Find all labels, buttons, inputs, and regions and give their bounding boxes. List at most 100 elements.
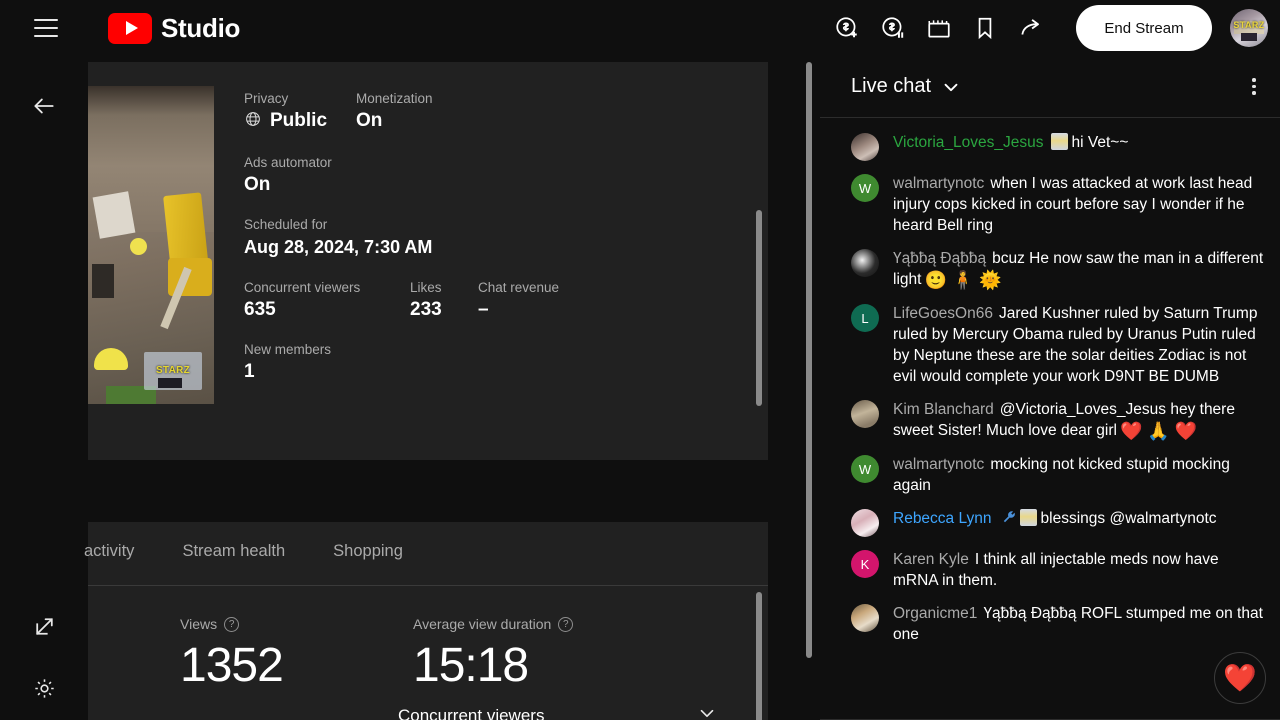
concurrent-viewers-value: 635 (244, 299, 276, 320)
avg-view-duration-value: 15:18 (413, 639, 529, 692)
chat-author[interactable]: Rebecca Lynn (893, 510, 992, 527)
chat-message[interactable]: W walmartynotc mocking not kicked stupid … (820, 448, 1280, 502)
tab-list: activity Stream health Shopping (74, 542, 427, 561)
thumbnail-badge-label: STARZ (155, 365, 191, 376)
avg-view-duration-label: Average view duration (413, 616, 552, 632)
live-chat-title[interactable]: Live chat (851, 75, 931, 98)
member-badge-icon (1019, 509, 1037, 526)
chat-author[interactable]: Kim Blanchard (893, 401, 994, 418)
live-chat-panel: Live chat Victoria_Loves_Jesus hi Vet~~ W (820, 56, 1280, 720)
avatar (851, 249, 879, 277)
stream-info-card: STARZ Privacy Public Monetization On Ads… (88, 62, 768, 460)
stat-average-view-duration: Average view duration ? 15:18 (413, 616, 574, 693)
bookmark-icon[interactable] (962, 5, 1008, 51)
chat-message[interactable]: L LifeGoesOn66 Jared Kushner ruled by Sat… (820, 297, 1280, 393)
ads-automator-label: Ads automator (244, 155, 332, 170)
chat-message-body: Rebecca Lynn blessings @walmartynotc (893, 508, 1266, 531)
chat-text: hi Vet~~ (1071, 134, 1129, 151)
chat-author[interactable]: Organicme1 (893, 605, 977, 622)
avatar: K (851, 550, 879, 578)
likes-label: Likes (410, 280, 442, 295)
chat-emojis: 🙂 🧍 🌞 (924, 270, 1002, 290)
chat-message-body: LifeGoesOn66 Jared Kushner ruled by Satur… (893, 303, 1266, 387)
new-members-value: 1 (244, 361, 255, 382)
tab-activity[interactable]: activity (74, 542, 158, 561)
chat-message-body: Victoria_Loves_Jesus hi Vet~~ (893, 132, 1266, 153)
chat-message[interactable]: Victoria_Loves_Jesus hi Vet~~ (820, 126, 1280, 167)
field-chat-revenue: Chat revenue – (478, 279, 559, 323)
super-chat-pause-icon[interactable] (870, 5, 916, 51)
ads-automator-value: On (244, 174, 271, 195)
tab-shopping[interactable]: Shopping (309, 542, 427, 561)
chevron-down-icon[interactable] (940, 76, 962, 98)
field-new-members: New members 1 (244, 341, 331, 385)
chat-message[interactable]: Rebecca Lynn blessings @walmartynotc (820, 502, 1280, 543)
views-value: 1352 (180, 639, 284, 692)
avatar-label: STARZ (1233, 20, 1265, 30)
gear-icon[interactable] (20, 664, 68, 712)
privacy-value: Public (270, 110, 328, 131)
studio-logo[interactable]: Studio (108, 12, 240, 44)
field-monetization: Monetization On (356, 90, 433, 134)
chat-author[interactable]: Karen Kyle (893, 551, 969, 568)
chat-message[interactable]: Үąƀƀą Đąƀƀą bcuz He now saw the man in a … (820, 242, 1280, 297)
live-chat-header: Live chat (820, 56, 1280, 118)
new-members-label: New members (244, 342, 332, 357)
chat-text: blessings @walmartynotc (1040, 510, 1217, 527)
chat-message[interactable]: K Karen Kyle I think all injectable meds … (820, 543, 1280, 597)
avatar: W (851, 455, 879, 483)
chat-revenue-value: – (478, 299, 489, 320)
share-icon[interactable] (1008, 5, 1054, 51)
avatar (851, 133, 879, 161)
stat-views: Views ? 1352 (180, 616, 284, 693)
wrench-icon (1001, 509, 1017, 531)
monetization-label: Monetization (356, 91, 433, 106)
clapperboard-icon[interactable] (916, 5, 962, 51)
chat-author[interactable]: Victoria_Loves_Jesus (893, 134, 1044, 151)
chat-emojis: ❤️ 🙏 ❤️ (1119, 421, 1198, 441)
avatar (851, 400, 879, 428)
privacy-label: Privacy (244, 91, 289, 106)
heart-icon: ❤️ (1223, 662, 1257, 693)
stream-thumbnail[interactable]: STARZ (88, 86, 214, 404)
analytics-stats-card: Views ? 1352 Average view duration ? 15:… (88, 586, 768, 720)
chat-author[interactable]: walmartynotc (893, 456, 984, 473)
more-vertical-icon[interactable] (1236, 69, 1272, 105)
main-column: STARZ Privacy Public Monetization On Ads… (84, 56, 820, 720)
chat-message[interactable]: Organicme1 Үąƀƀą Đąƀƀą ROFL stumped me on… (820, 597, 1280, 651)
help-circle-icon[interactable]: ? (558, 616, 574, 632)
avatar: L (851, 304, 879, 332)
field-scheduled-for: Scheduled for Aug 28, 2024, 7:30 AM (244, 216, 432, 260)
info-panel-scrollbar[interactable] (756, 210, 762, 406)
end-stream-button[interactable]: End Stream (1076, 5, 1212, 51)
chat-message-body: Үąƀƀą Đąƀƀą bcuz He now saw the man in a … (893, 248, 1266, 291)
avatar (851, 604, 879, 632)
top-bar-actions: End Stream STARZ (824, 0, 1280, 56)
page-scrollbar[interactable] (806, 62, 812, 658)
monetization-value: On (356, 110, 383, 131)
top-bar: Studio End Stream STARZ (0, 0, 1280, 56)
heart-reaction-button[interactable]: ❤️ (1214, 652, 1266, 704)
left-rail (0, 56, 88, 720)
chat-partial-row (820, 118, 1280, 126)
analytics-tabs-bar: activity Stream health Shopping (84, 522, 768, 586)
hamburger-icon[interactable] (34, 19, 58, 37)
chat-author[interactable]: LifeGoesOn66 (893, 305, 993, 322)
avatar: W (851, 174, 879, 202)
tab-stream-health[interactable]: Stream health (158, 542, 309, 561)
concurrent-viewers-label: Concurrent viewers (244, 280, 361, 295)
chat-message[interactable]: Kim Blanchard @Victoria_Loves_Jesus hey t… (820, 393, 1280, 448)
metric-select[interactable]: Concurrent viewers (398, 702, 718, 720)
stats-panel-scrollbar[interactable] (756, 592, 762, 720)
chat-author[interactable]: walmartynotc (893, 175, 984, 192)
back-arrow-icon[interactable] (20, 82, 68, 130)
super-chat-add-icon[interactable] (824, 5, 870, 51)
account-avatar[interactable]: STARZ (1230, 9, 1268, 47)
chat-message-body: Karen Kyle I think all injectable meds no… (893, 549, 1266, 591)
chat-message[interactable]: W walmartynotc when I was attacked at wor… (820, 167, 1280, 242)
help-circle-icon[interactable]: ? (224, 616, 240, 632)
live-chat-message-list[interactable]: Victoria_Loves_Jesus hi Vet~~ W walmartyn… (820, 118, 1280, 720)
open-in-new-icon[interactable] (20, 602, 68, 650)
chat-author[interactable]: Үąƀƀą Đąƀƀą (893, 250, 986, 267)
youtube-play-icon (108, 12, 152, 44)
